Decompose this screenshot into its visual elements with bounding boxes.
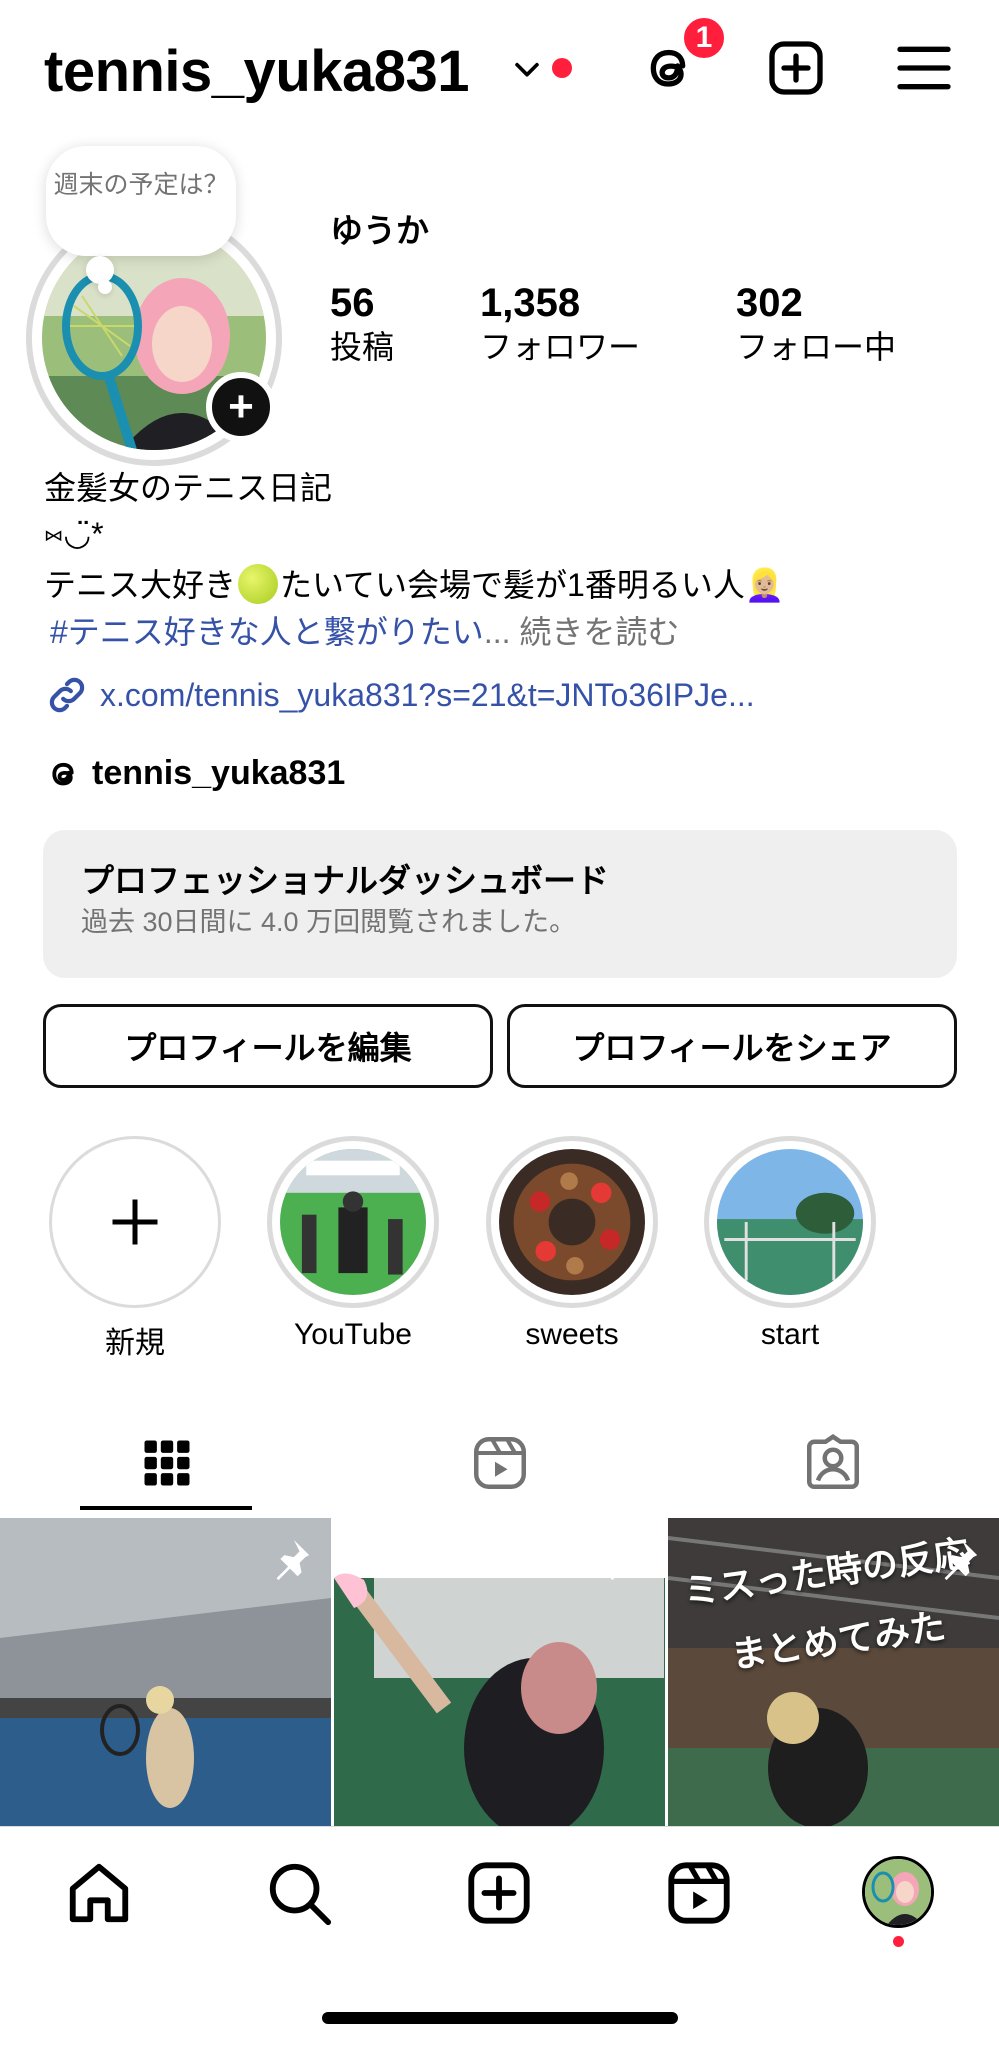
highlight-ring [704, 1136, 876, 1308]
search-icon[interactable] [264, 1858, 334, 1928]
stat-following[interactable]: 302 フォロー中 [736, 280, 896, 368]
share-profile-button[interactable]: プロフィールをシェア [507, 1004, 957, 1088]
bio-link-text: x.com/tennis_yuka831?s=21&t=JNTo36IPJe..… [100, 677, 755, 713]
edit-profile-button[interactable]: プロフィールを編集 [43, 1004, 493, 1088]
threads-icon [52, 762, 74, 785]
pin-icon [276, 1539, 310, 1581]
post-thumbnail[interactable]: ミスった時の反応 まとめてみた [668, 1518, 999, 1826]
new-highlight-circle [49, 1136, 221, 1308]
chevron-down-icon[interactable] [510, 52, 544, 86]
highlight-label: start [760, 1318, 820, 1351]
tennis-ball-icon [238, 564, 279, 604]
highlight-ring [267, 1136, 439, 1308]
plus-icon [112, 1199, 158, 1245]
tagged-icon [806, 1434, 859, 1489]
highlight-cover [717, 1149, 863, 1295]
bio-text: テニス大好き [44, 567, 237, 603]
profile-notification-dot [893, 1936, 904, 1947]
bio-text: たいてい会場で髪が1番明るい人👱🏼‍♀️ [280, 567, 785, 603]
bio-link[interactable]: x.com/tennis_yuka831?s=21&t=JNTo36IPJe..… [44, 672, 755, 718]
note-bubble-tail [86, 256, 114, 284]
tab-posts-grid[interactable] [0, 1408, 333, 1518]
home-icon[interactable] [64, 1858, 134, 1928]
highlight-ring [486, 1136, 658, 1308]
reels-icon[interactable] [664, 1858, 734, 1928]
highlight-start[interactable]: start [704, 1136, 876, 1352]
read-more-link[interactable]: 続きを読む [519, 614, 679, 650]
display-name: ゆうか [330, 212, 429, 249]
pin-icon [610, 1539, 644, 1581]
highlight-sweets[interactable]: sweets [486, 1136, 658, 1352]
reels-icon [473, 1437, 526, 1489]
bio-line-3: テニス大好き たいてい会場で髪が1番明るい人👱🏼‍♀️ [44, 564, 785, 605]
tab-reels[interactable] [333, 1408, 666, 1518]
add-story-button[interactable]: + [206, 372, 276, 442]
bio-ellipsis: ... [483, 614, 511, 650]
home-indicator [322, 2012, 678, 2024]
profile-tab-avatar[interactable] [862, 1856, 934, 1928]
link-icon [49, 677, 85, 713]
bio-line-2: ⑅◡̈* [44, 516, 104, 552]
highlight-cover [499, 1149, 645, 1295]
create-icon[interactable] [764, 36, 828, 100]
bio-hashtag[interactable]: #テニス好きな人と繋がりたい [50, 614, 484, 650]
highlight-cover [280, 1149, 426, 1295]
stat-label: 投稿 [330, 329, 395, 365]
bio-line-4: #テニス好きな人と繋がりたい... 続きを読む [50, 612, 679, 652]
post-thumbnail[interactable] [0, 1518, 331, 1826]
profile-note[interactable]: 週末の予定は？ [46, 146, 236, 256]
stat-label: フォロワー [480, 329, 641, 365]
profile-header: tennis_yuka831 1 [0, 0, 999, 140]
username-switcher[interactable]: tennis_yuka831 [44, 38, 470, 105]
highlight-label: sweets [525, 1318, 619, 1351]
threads-handle: tennis_yuka831 [92, 754, 346, 792]
pin-icon [944, 1539, 978, 1581]
grid-icon [144, 1440, 189, 1486]
professional-dashboard[interactable]: プロフェッショナルダッシュボード 過去 30日間に 4.0 万回閲覧されました。 [43, 830, 957, 978]
profile-tabs [0, 1408, 999, 1518]
create-post-icon[interactable] [464, 1858, 534, 1928]
highlight-label: 新規 [105, 1327, 165, 1360]
threads-badge: 1 [680, 14, 728, 62]
dashboard-title: プロフェッショナルダッシュボード [81, 862, 609, 899]
post-thumbnail[interactable] [334, 1518, 665, 1826]
highlight-new[interactable]: 新規 [49, 1136, 221, 1362]
menu-icon[interactable] [892, 36, 956, 100]
dashboard-subtitle: 過去 30日間に 4.0 万回閲覧されました。 [81, 907, 577, 937]
tab-tagged[interactable] [666, 1408, 999, 1518]
stat-label: フォロー中 [736, 329, 897, 365]
notification-dot [552, 58, 572, 78]
highlight-youtube[interactable]: YouTube [267, 1136, 439, 1352]
note-bubble-tail-small [98, 280, 112, 294]
stat-value: 56 [330, 281, 375, 325]
threads-profile-link[interactable]: tennis_yuka831 [44, 754, 345, 793]
posts-grid: ミスった時の反応 まとめてみた [0, 1518, 999, 1826]
highlight-label: YouTube [294, 1318, 412, 1351]
stat-posts[interactable]: 56 投稿 [330, 280, 394, 368]
bio-line-1: 金髪女のテニス日記 [44, 470, 333, 506]
stat-value: 302 [736, 281, 803, 325]
active-tab-indicator [80, 1506, 252, 1510]
stat-value: 1,358 [480, 281, 581, 325]
stat-followers[interactable]: 1,358 フォロワー [480, 280, 640, 368]
